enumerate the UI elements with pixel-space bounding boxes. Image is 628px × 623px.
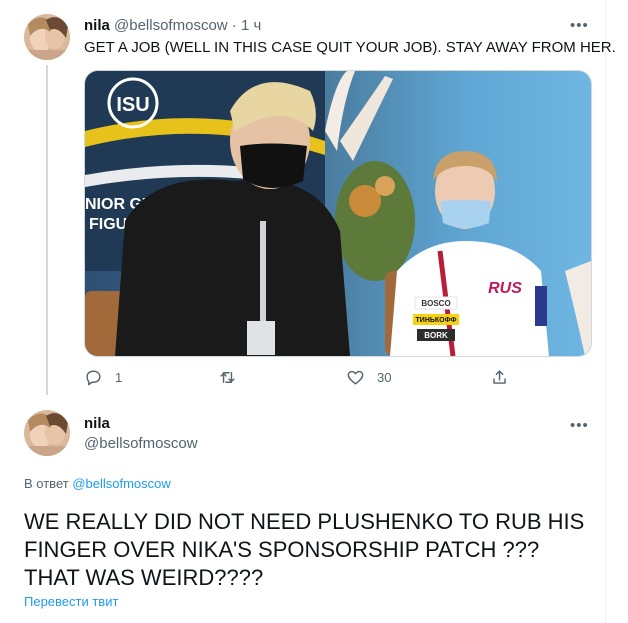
share-button[interactable] (490, 365, 509, 389)
tweet-time[interactable]: 1 ч (241, 17, 261, 34)
reply-button[interactable]: 1 (84, 365, 122, 389)
tweet-header: nila @bellsofmoscow · 1 ч (84, 16, 261, 36)
thread-line (46, 65, 48, 395)
more-horizontal-icon[interactable]: ••• (570, 418, 589, 433)
reply-count: 1 (115, 369, 123, 385)
more-horizontal-icon[interactable]: ••• (570, 18, 589, 33)
reply-to-link[interactable]: @bellsofmoscow (72, 476, 170, 491)
author-handle[interactable]: @bellsofmoscow (84, 434, 198, 454)
author-name[interactable]: nila (84, 414, 110, 434)
author-name[interactable]: nila (84, 17, 110, 34)
like-button[interactable]: 30 (346, 365, 391, 389)
tweet-text: GET A JOB (WELL IN THIS CASE QUIT YOUR J… (84, 39, 616, 56)
tweet-actions: 1 30 (84, 365, 534, 389)
tweet-media-image[interactable]: ISU NIOR GRAN FIGURE BOSCO ТИНЬКОФФ BORK… (84, 70, 592, 357)
like-count: 30 (377, 369, 392, 385)
sponsor-patch-bork: BORK (424, 331, 448, 340)
sponsor-patch-tinkoff: ТИНЬКОФФ (416, 317, 457, 324)
author-handle[interactable]: @bellsofmoscow (114, 17, 228, 34)
retweet-button[interactable] (218, 365, 249, 389)
team-logo: RUS (488, 280, 522, 297)
avatar[interactable] (24, 410, 70, 456)
tweet-text: WE REALLY DID NOT NEED PLUSHENKO TO RUB … (24, 509, 585, 590)
timeline-column: nila @bellsofmoscow · 1 ч ••• GET A JOB … (0, 0, 616, 623)
like-icon (347, 370, 364, 385)
share-icon (493, 369, 506, 384)
reply-icon (86, 369, 101, 385)
retweet-icon (220, 371, 235, 383)
separator-dot: · (231, 17, 237, 34)
sponsor-patch-bosco: BOSCO (421, 299, 450, 308)
isu-logo: ISU (116, 94, 149, 116)
translate-tweet-link[interactable]: Перевести твит (24, 594, 118, 610)
replying-to: В ответ @bellsofmoscow (24, 475, 171, 493)
reply-prefix: В ответ (24, 476, 69, 491)
avatar[interactable] (24, 14, 70, 60)
